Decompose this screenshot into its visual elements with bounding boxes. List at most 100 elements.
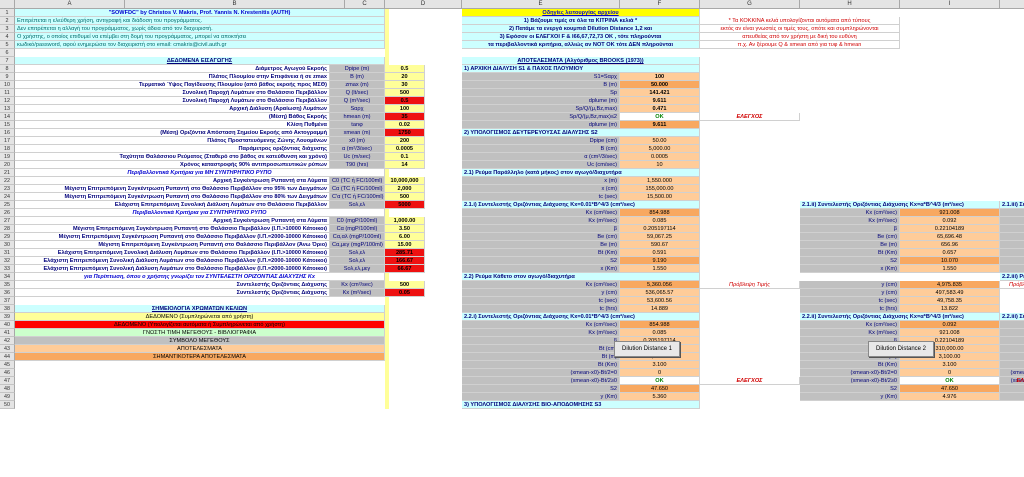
column-header[interactable]: D <box>385 0 462 9</box>
column-header[interactable]: B <box>125 0 345 9</box>
input-value[interactable]: 0.0005 <box>385 145 425 153</box>
input-label: Διάμετρος Αγωγού Εκροής <box>15 65 330 73</box>
row-header[interactable]: 44 <box>0 353 15 361</box>
row-header[interactable]: 37 <box>0 297 15 305</box>
row-header[interactable]: 40 <box>0 321 15 329</box>
row-header[interactable]: 32 <box>0 257 15 265</box>
result-symbol: S2 <box>800 257 900 265</box>
column-header[interactable]: J <box>1000 0 1024 9</box>
result-value: 0.085 <box>620 329 700 337</box>
row-header[interactable]: 25 <box>0 201 15 209</box>
result-symbol: β <box>1000 225 1024 233</box>
input-value[interactable]: 200 <box>385 137 425 145</box>
dilution-distance-1-button[interactable]: Dilution Distance 1 <box>614 341 680 357</box>
column-header[interactable]: F <box>620 0 700 9</box>
row-header[interactable]: 34 <box>0 273 15 281</box>
input-value[interactable]: 166.67 <box>385 257 425 265</box>
row-header[interactable]: 43 <box>0 345 15 353</box>
input-value[interactable]: 0.1 <box>385 153 425 161</box>
row-header[interactable]: 47 <box>0 377 15 385</box>
row-header[interactable]: 6 <box>0 49 15 57</box>
row-header[interactable]: 1 <box>0 9 15 17</box>
row-header[interactable]: 19 <box>0 153 15 161</box>
select-all-corner[interactable] <box>0 0 15 9</box>
input-value[interactable]: 0.5 <box>385 97 425 105</box>
input-value[interactable]: 100 <box>385 105 425 113</box>
input-value[interactable]: 0.02 <box>385 121 425 129</box>
input-value[interactable]: 30 <box>385 81 425 89</box>
row-header[interactable]: 49 <box>0 393 15 401</box>
row-header[interactable]: 24 <box>0 193 15 201</box>
row-header[interactable]: 7 <box>0 57 15 65</box>
input-value[interactable]: 6.00 <box>385 233 425 241</box>
input-value[interactable]: 10,000,000 <box>385 177 425 185</box>
row-header[interactable]: 28 <box>0 225 15 233</box>
input-value[interactable]: 35 <box>385 113 425 121</box>
row-header[interactable]: 2 <box>0 17 15 25</box>
row-header[interactable]: 5 <box>0 41 15 49</box>
row-header[interactable]: 16 <box>0 129 15 137</box>
row-header[interactable]: 18 <box>0 145 15 153</box>
input-value[interactable]: 0.5 <box>385 65 425 73</box>
result-symbol: tc (sec) <box>462 297 620 305</box>
row-header[interactable]: 17 <box>0 137 15 145</box>
input-value[interactable]: 15.00 <box>385 241 425 249</box>
input-value[interactable]: 0.05 <box>385 289 425 297</box>
row-header[interactable]: 10 <box>0 81 15 89</box>
row-header[interactable]: 48 <box>0 385 15 393</box>
column-header[interactable]: C <box>345 0 385 9</box>
input-value[interactable]: 1750 <box>385 129 425 137</box>
row-header[interactable]: 35 <box>0 281 15 289</box>
input-label: Πλάτος Προστατευόμενης Ζώνης Λουομένων <box>15 137 330 145</box>
row-header[interactable]: 22 <box>0 177 15 185</box>
column-header[interactable]: E <box>462 0 620 9</box>
row-header[interactable]: 50 <box>0 401 15 409</box>
row-header[interactable]: 39 <box>0 313 15 321</box>
row-header[interactable]: 15 <box>0 121 15 129</box>
row-header[interactable]: 27 <box>0 217 15 225</box>
input-value[interactable]: 285.71 <box>385 249 425 257</box>
row-header[interactable]: 8 <box>0 65 15 73</box>
input-value[interactable]: 500 <box>385 193 425 201</box>
input-value[interactable]: 3.50 <box>385 225 425 233</box>
input-value[interactable]: 5000 <box>385 201 425 209</box>
column-header[interactable]: H <box>800 0 900 9</box>
section-heading: 2.2.iii) Ρεύμα Κάθετο στον αγωγό <box>1000 273 1024 281</box>
row-header[interactable]: 26 <box>0 209 15 217</box>
row-header[interactable]: 30 <box>0 241 15 249</box>
column-header[interactable]: G <box>700 0 800 9</box>
row-header[interactable]: 9 <box>0 73 15 81</box>
row-header[interactable]: 3 <box>0 25 15 33</box>
row-header[interactable]: 41 <box>0 329 15 337</box>
input-value[interactable]: 1,000.00 <box>385 217 425 225</box>
result-symbol: Be (m) <box>800 241 900 249</box>
row-header[interactable]: 29 <box>0 233 15 241</box>
row-header[interactable]: 33 <box>0 265 15 273</box>
row-header[interactable]: 14 <box>0 113 15 121</box>
result-symbol: Kx (cm²/sec) <box>1000 209 1024 217</box>
spreadsheet[interactable]: ABCDEFGHIJK12345678910111213141516171819… <box>0 0 1024 477</box>
input-value[interactable]: 500 <box>385 89 425 97</box>
dilution-distance-2-button[interactable]: Dilution Distance 2 <box>868 341 934 357</box>
row-header[interactable]: 38 <box>0 305 15 313</box>
input-value[interactable]: 2,000 <box>385 185 425 193</box>
row-header[interactable]: 42 <box>0 337 15 345</box>
row-header[interactable]: 20 <box>0 161 15 169</box>
row-header[interactable]: 36 <box>0 289 15 297</box>
input-value[interactable]: 66.67 <box>385 265 425 273</box>
result-value: 13.822 <box>900 305 1000 313</box>
row-header[interactable]: 4 <box>0 33 15 41</box>
row-header[interactable]: 12 <box>0 97 15 105</box>
column-header[interactable]: I <box>900 0 1000 9</box>
input-value[interactable]: 500 <box>385 281 425 289</box>
row-header[interactable]: 11 <box>0 89 15 97</box>
input-value[interactable]: 20 <box>385 73 425 81</box>
input-value[interactable]: 14 <box>385 161 425 169</box>
row-header[interactable]: 31 <box>0 249 15 257</box>
row-header[interactable]: 45 <box>0 361 15 369</box>
column-header[interactable]: A <box>15 0 125 9</box>
row-header[interactable]: 23 <box>0 185 15 193</box>
row-header[interactable]: 46 <box>0 369 15 377</box>
row-header[interactable]: 21 <box>0 169 15 177</box>
row-header[interactable]: 13 <box>0 105 15 113</box>
